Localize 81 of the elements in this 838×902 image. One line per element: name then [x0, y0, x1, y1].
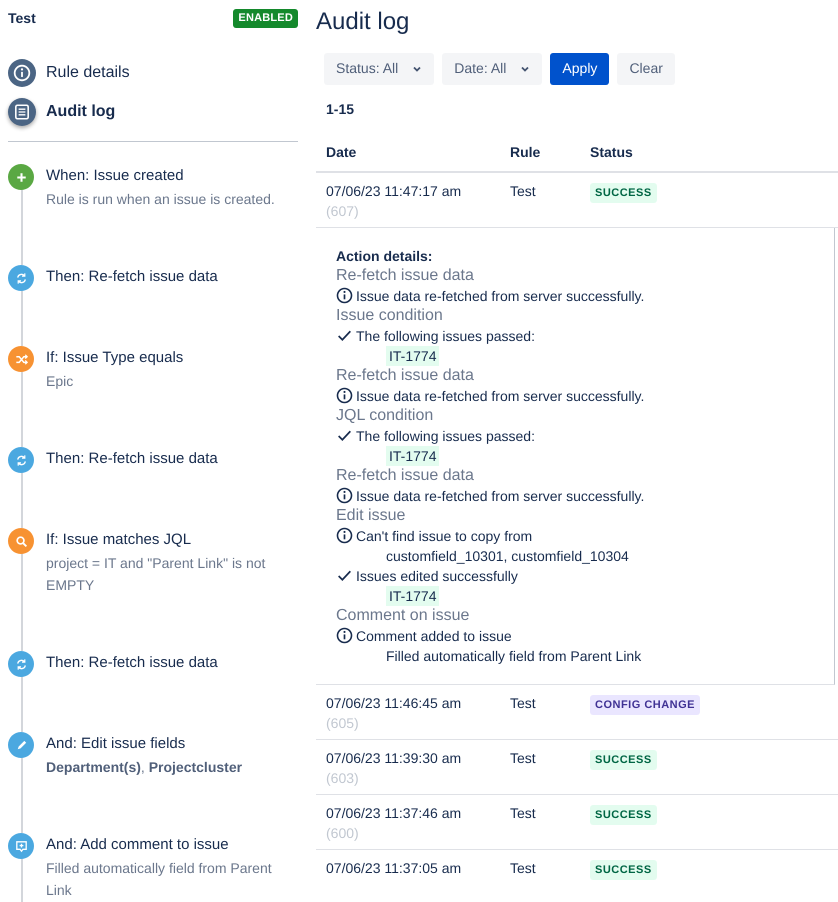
result-message: Comment added to issue — [356, 626, 512, 646]
step-description: project = IT and "Parent Link" is not EMPTY — [46, 554, 266, 595]
page-title: Audit log — [316, 8, 410, 37]
details-title: Action details: — [336, 246, 434, 266]
execution-id: (603) — [326, 768, 360, 788]
info-icon — [336, 527, 353, 544]
execution-id: (605) — [326, 714, 360, 733]
step-description: Epic — [46, 372, 74, 391]
step-description: Filled automatically field from Parent Link — [46, 859, 273, 900]
rule-cell-text: Test — [510, 748, 537, 768]
field-list: Filled automatically field from Parent Link — [386, 648, 642, 664]
status-lozenge: CONFIG CHANGE — [590, 694, 700, 716]
list-icon — [13, 102, 31, 120]
action-heading: Re-fetch issue data — [336, 466, 475, 486]
status-label: ENABLED — [233, 9, 298, 28]
search-step-icon — [8, 528, 34, 554]
result-message: Issue data re-fetched from server successfully. — [356, 386, 644, 406]
comment-step-icon — [8, 833, 34, 859]
result-message: The following issues passed: — [356, 426, 535, 446]
execution-id: (600) — [326, 824, 360, 843]
filter-dropdown[interactable]: Date: All — [442, 52, 542, 85]
action-heading: Issue condition — [336, 306, 444, 326]
action-heading: Re-fetch issue data — [336, 266, 475, 286]
column-header: Status — [590, 142, 633, 162]
status-lozenge: SUCCESS — [590, 750, 657, 770]
step-title[interactable]: If: Issue matches JQL — [46, 528, 298, 552]
step-title[interactable]: Then: Re-fetch issue data — [46, 651, 218, 675]
result-message: Issues edited successfully — [356, 566, 518, 586]
info-icon — [336, 287, 353, 304]
action-heading: Edit issue — [336, 506, 406, 526]
nav-item[interactable]: Audit log — [8, 92, 116, 131]
step-title[interactable]: When: Issue created — [46, 164, 275, 188]
step-title[interactable]: If: Issue Type equals — [46, 346, 184, 370]
filter-dropdown[interactable]: Status: All — [324, 52, 434, 85]
step-title[interactable]: And: Add comment to issue — [46, 833, 298, 857]
step-title[interactable]: Then: Re-fetch issue data — [46, 265, 218, 289]
date-cell-text: 07/06/23 11:37:05 am — [326, 858, 462, 878]
shuffle-step-icon — [8, 346, 34, 372]
info-icon — [336, 387, 353, 404]
date-cell-text: 07/06/23 11:37:46 am — [326, 804, 462, 823]
issue-key[interactable]: IT-1774 — [386, 346, 440, 366]
status-lozenge: SUCCESS — [590, 804, 657, 826]
apply-button[interactable]: Apply — [550, 52, 610, 85]
step-description: Rule is run when an issue is created. — [46, 190, 275, 209]
date-cell-text: 07/06/23 11:46:45 am — [326, 694, 462, 713]
action-heading: JQL condition — [336, 406, 434, 426]
pencil-step-icon — [8, 732, 34, 758]
date-cell-text: 07/06/23 11:39:30 am — [326, 748, 462, 768]
refresh-step-icon — [8, 265, 34, 291]
column-header: Rule — [510, 142, 542, 162]
date-cell-text: 07/06/23 11:47:17 am — [326, 182, 462, 201]
action-heading: Comment on issue — [336, 606, 470, 626]
rule-cell-text: Test — [510, 858, 537, 878]
info-icon — [336, 627, 353, 644]
field-list: customfield_10301, customfield_10304 — [386, 548, 629, 564]
result-message: Issue data re-fetched from server successfully. — [356, 286, 644, 306]
plus-step-icon — [8, 164, 34, 190]
nav-item[interactable]: Rule details — [8, 53, 130, 92]
result-message: Issue data re-fetched from server successfully. — [356, 486, 644, 506]
refresh-step-icon — [8, 651, 34, 677]
execution-id: (607) — [326, 202, 360, 221]
rule-name: Test — [8, 9, 36, 28]
info-icon — [336, 487, 353, 504]
refresh-step-icon — [8, 447, 34, 473]
rule-cell-text: Test — [510, 694, 537, 713]
status-lozenge: SUCCESS — [590, 860, 657, 880]
step-title[interactable]: Then: Re-fetch issue data — [46, 447, 218, 471]
status-lozenge: SUCCESS — [590, 182, 657, 204]
result-range: 1-15 — [326, 100, 356, 119]
issue-key[interactable]: IT-1774 — [386, 446, 440, 466]
rule-cell-text: Test — [510, 182, 537, 201]
step-description: Department(s), Projectcluster — [46, 758, 242, 777]
result-message: Can't find issue to copy from — [356, 526, 532, 546]
step-title[interactable]: And: Edit issue fields — [46, 732, 242, 756]
result-message: The following issues passed: — [356, 326, 535, 346]
action-heading: Re-fetch issue data — [336, 366, 475, 386]
info-icon — [13, 64, 31, 82]
column-header: Date — [326, 142, 358, 162]
clear-button[interactable]: Clear — [617, 52, 675, 85]
issue-key[interactable]: IT-1774 — [386, 586, 440, 606]
rule-cell-text: Test — [510, 804, 537, 823]
